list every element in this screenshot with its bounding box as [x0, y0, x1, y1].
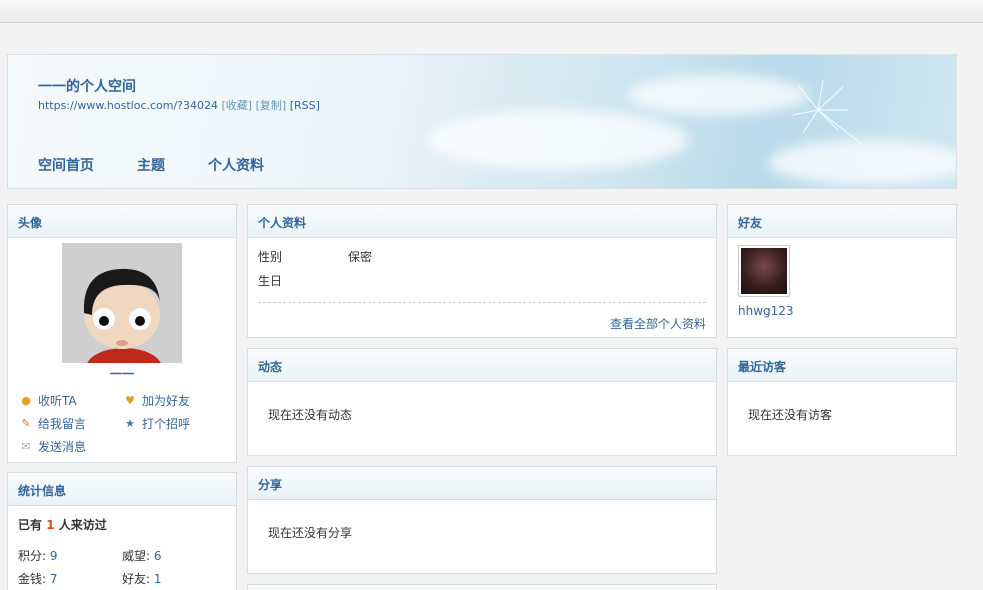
rss-link[interactable]: [RSS]	[290, 99, 320, 112]
stats-box: 统计信息 已有 1 人来访过 积分: 9 威望: 6 金钱: 7 好友: 1	[7, 472, 237, 590]
avatar-username[interactable]: 一一	[18, 365, 226, 382]
stat-prestige: 威望: 6	[122, 549, 162, 563]
leave-message-button[interactable]: ✎ 给我留言	[18, 415, 122, 432]
nav-home[interactable]: 空间首页	[38, 155, 94, 175]
visit-count-line: 已有 1 人来访过	[18, 518, 107, 532]
feed-box: 动态 现在还没有动态	[247, 348, 717, 456]
share-empty-text: 现在还没有分享	[268, 526, 353, 540]
greet-button[interactable]: ★ 打个招呼	[122, 415, 226, 432]
stat-credits: 积分: 9	[18, 549, 58, 563]
add-friend-button[interactable]: ♥ 加为好友	[122, 392, 226, 409]
friends-box-title: 好友	[728, 205, 956, 238]
share-box-title: 分享	[248, 467, 716, 500]
nav-profile[interactable]: 个人资料	[208, 155, 264, 175]
visitors-empty-text: 现在还没有访客	[748, 408, 833, 422]
divider	[258, 302, 706, 303]
avatar[interactable]	[62, 243, 182, 363]
space-url[interactable]: https://www.hostloc.com/?34024	[38, 99, 218, 112]
profile-box: 个人资料 性别 保密 生日 查看全部个人资料	[247, 204, 717, 338]
feed-box-title: 动态	[248, 349, 716, 382]
profile-row-gender: 性别 保密	[258, 250, 373, 264]
profile-row-birthday: 生日	[258, 274, 283, 288]
avatar-box: 头像 一一 ● 收听TA ♥ 加为好友 ✎ 给我留言 ★ 打个招呼 ✉ 发送消息	[7, 204, 237, 463]
copy-link[interactable]: [复制]	[256, 99, 287, 112]
feed-empty-text: 现在还没有动态	[268, 408, 353, 422]
envelope-icon: ✉	[21, 439, 31, 453]
stat-friends: 好友: 1	[122, 572, 162, 586]
pencil-icon: ✎	[21, 416, 31, 430]
friend-avatar[interactable]	[738, 245, 790, 297]
friends-box: 好友 hhwg123	[727, 204, 957, 338]
profile-box-title: 个人资料	[248, 205, 716, 238]
visitors-box: 最近访客 现在还没有访客	[727, 348, 957, 456]
top-bar	[0, 0, 983, 23]
visit-count: 1	[46, 518, 55, 532]
next-box	[247, 584, 717, 590]
follow-button[interactable]: ● 收听TA	[18, 392, 122, 409]
space-banner: 一一的个人空间 https://www.hostloc.com/?34024 […	[7, 54, 957, 189]
follow-icon: ●	[21, 393, 31, 407]
friend-name-link[interactable]: hhwg123	[738, 304, 794, 318]
space-title[interactable]: 一一的个人空间	[38, 76, 136, 96]
view-full-profile-link[interactable]: 查看全部个人资料	[610, 317, 706, 331]
avatar-box-title: 头像	[8, 205, 236, 238]
stat-money: 金钱: 7	[18, 572, 58, 586]
stats-box-title: 统计信息	[8, 473, 236, 506]
avatar-actions: ● 收听TA ♥ 加为好友 ✎ 给我留言 ★ 打个招呼 ✉ 发送消息	[18, 392, 226, 455]
favorite-link[interactable]: [收藏]	[222, 99, 253, 112]
space-url-line: https://www.hostloc.com/?34024 [收藏] [复制]…	[38, 97, 320, 113]
greet-icon: ★	[125, 416, 135, 430]
send-message-button[interactable]: ✉ 发送消息	[18, 438, 122, 455]
nav-threads[interactable]: 主题	[137, 155, 165, 175]
share-box: 分享 现在还没有分享	[247, 466, 717, 574]
dandelion-illustration	[792, 79, 864, 146]
visitors-box-title: 最近访客	[728, 349, 956, 382]
handshake-icon: ♥	[125, 393, 135, 407]
stats-grid: 积分: 9 威望: 6 金钱: 7 好友: 1	[18, 547, 226, 587]
space-nav: 空间首页 主题 个人资料	[38, 155, 307, 175]
